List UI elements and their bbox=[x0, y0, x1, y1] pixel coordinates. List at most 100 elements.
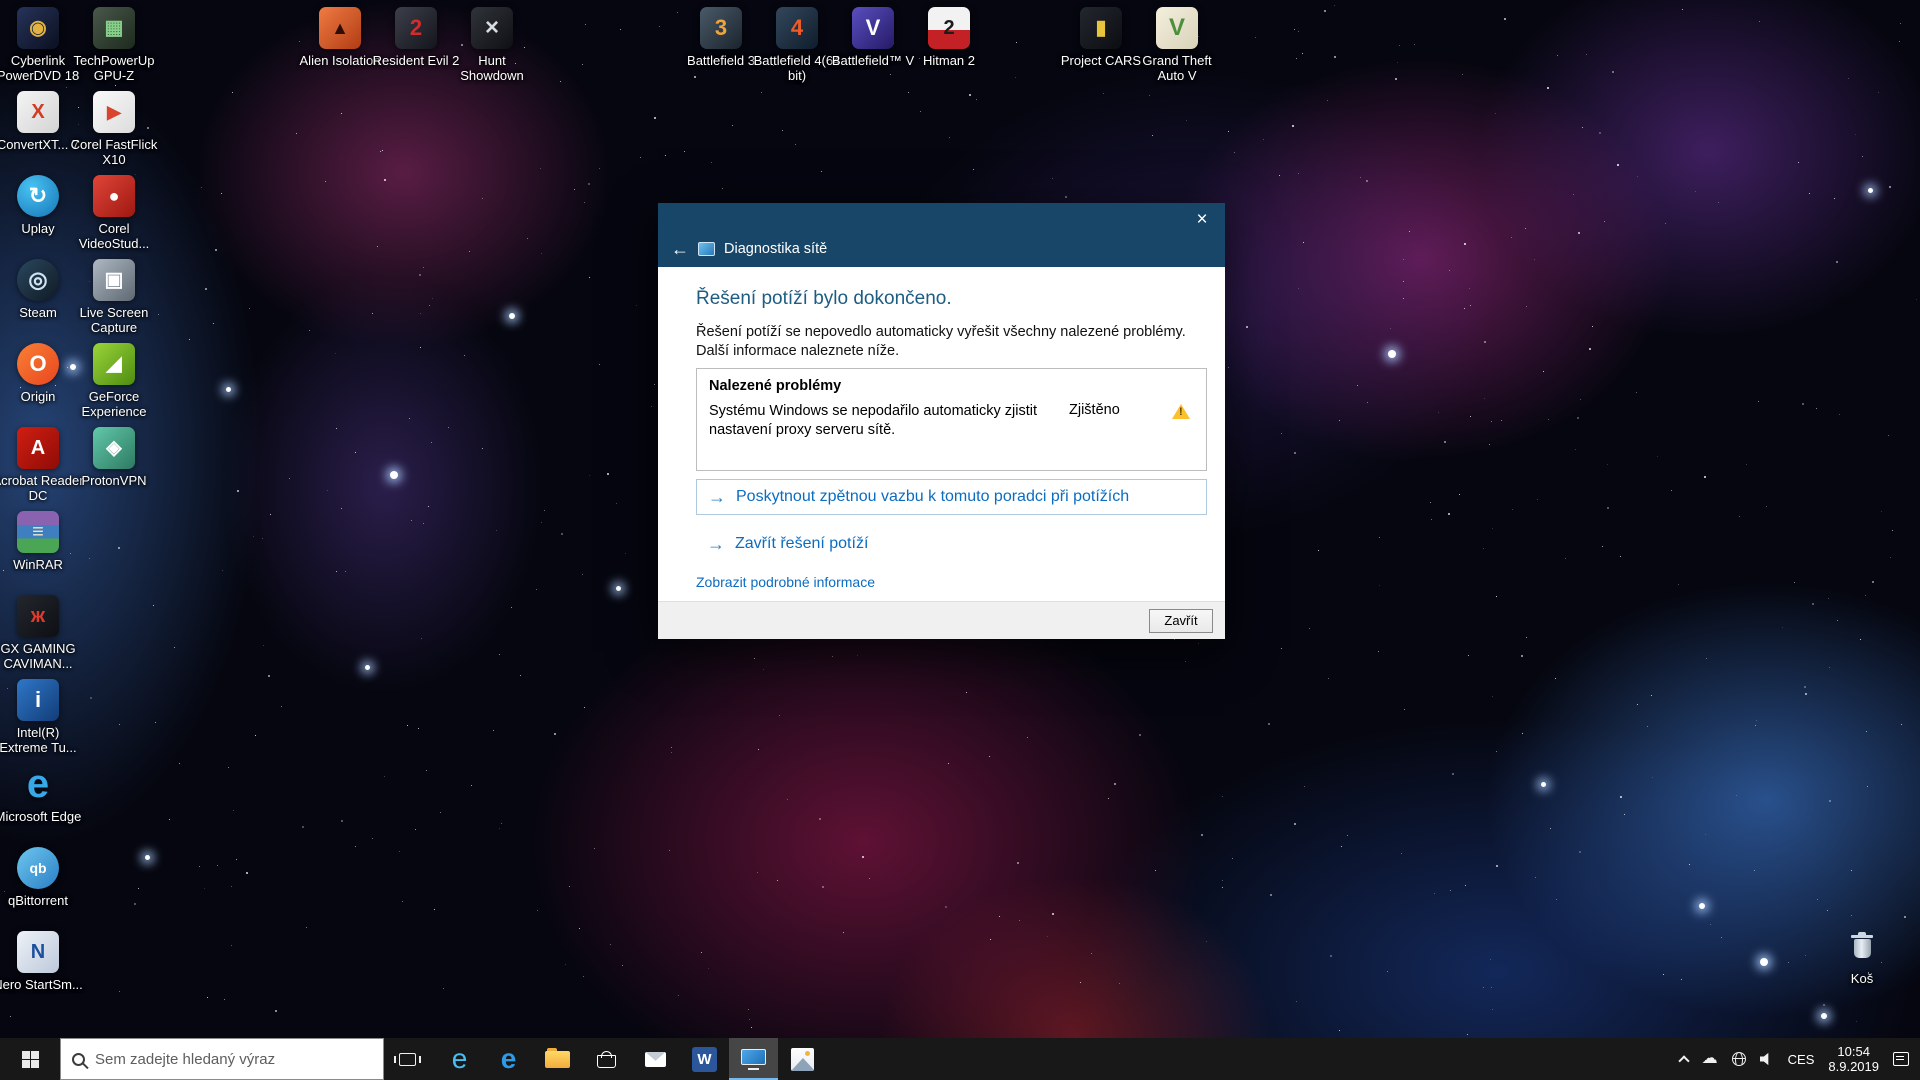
taskbar-app-internet-explorer[interactable]: e bbox=[435, 1038, 484, 1080]
bright-star bbox=[390, 471, 398, 479]
desktop-icon-label: WinRAR bbox=[0, 557, 84, 572]
taskbar-app-network-diagnostics[interactable] bbox=[729, 1038, 778, 1080]
desktop-icon-geforce-experience[interactable]: ◢ GeForce Experience bbox=[68, 343, 160, 419]
battlefield-4-64-bit-icon: 4 bbox=[776, 7, 818, 49]
volume-icon bbox=[1760, 1052, 1774, 1066]
language-indicator[interactable]: CES bbox=[1781, 1038, 1822, 1080]
feedback-link-box[interactable]: → Poskytnout zpětnou vazbu k tomuto pora… bbox=[696, 479, 1207, 515]
mail-icon bbox=[645, 1052, 666, 1067]
dialog-title-row: ← Diagnostika sítě bbox=[671, 240, 827, 258]
desktop-icon-label: Corel VideoStud... bbox=[68, 221, 160, 251]
ko-icon bbox=[1841, 925, 1883, 967]
battlefield-v-icon: V bbox=[852, 7, 894, 49]
desktop-icon-hunt-showdown[interactable]: ×Hunt Showdown bbox=[446, 7, 538, 83]
back-button[interactable]: ← bbox=[671, 240, 689, 258]
bright-star bbox=[1541, 782, 1546, 787]
desktop-icon-label: TechPowerUp GPU-Z bbox=[68, 53, 160, 83]
desktop-icon-microsoft-edge[interactable]: eMicrosoft Edge bbox=[0, 763, 84, 824]
live-screen-capture-icon: ▣ bbox=[93, 259, 135, 301]
tray-network-button[interactable] bbox=[1725, 1038, 1753, 1080]
start-button[interactable] bbox=[0, 1038, 60, 1080]
tray-onedrive-button[interactable]: ☁ bbox=[1695, 1038, 1725, 1080]
dialog-description: Řešení potíží se nepovedlo automaticky v… bbox=[696, 323, 1191, 361]
desktop-icon-corel-fastflick-x10[interactable]: ▶Corel FastFlick X10 bbox=[68, 91, 160, 167]
taskbar-app-microsoft-edge[interactable]: e bbox=[484, 1038, 533, 1080]
desktop-icon-techpowerup-gpu-z[interactable]: ▦TechPowerUp GPU-Z bbox=[68, 7, 160, 83]
desktop-icon-grand-theft-auto-v[interactable]: V Grand Theft Auto V bbox=[1131, 7, 1223, 83]
tray-volume-button[interactable] bbox=[1753, 1038, 1781, 1080]
problem-status: Zjištěno bbox=[1069, 402, 1120, 418]
hidden-icons-icon bbox=[1678, 1055, 1689, 1066]
close-troubleshooter-row[interactable]: → Zavřít řešení potíží bbox=[696, 535, 1207, 553]
desktop-icon-label: Nero StartSm... bbox=[0, 977, 84, 992]
file-explorer-icon bbox=[545, 1051, 570, 1068]
desktop-icon-protonvpn[interactable]: ◈ProtonVPN bbox=[68, 427, 160, 488]
desktop-icon-winrar[interactable]: ≡WinRAR bbox=[0, 511, 84, 572]
feedback-link[interactable]: Poskytnout zpětnou vazbu k tomuto poradc… bbox=[736, 488, 1129, 506]
desktop-icon-hitman-2[interactable]: 2Hitman 2 bbox=[903, 7, 995, 68]
desktop-icon-gx-gaming-caviman[interactable]: ж GX GAMING CAVIMAN... bbox=[0, 595, 84, 671]
bright-star bbox=[616, 586, 621, 591]
action-center-icon bbox=[1893, 1052, 1909, 1066]
hitman-2-icon: 2 bbox=[928, 7, 970, 49]
desktop-icon-label: qBittorrent bbox=[0, 893, 84, 908]
desktop-icon-intel-r-extreme-tu[interactable]: iIntel(R) Extreme Tu... bbox=[0, 679, 84, 755]
problems-found-box: Nalezené problémy Systému Windows se nep… bbox=[696, 368, 1207, 471]
close-icon[interactable]: × bbox=[1187, 207, 1217, 233]
tray-hidden-icons-button[interactable] bbox=[1673, 1038, 1695, 1080]
close-troubleshooter-link[interactable]: Zavřít řešení potíží bbox=[735, 535, 868, 553]
close-dialog-button[interactable]: Zavřít bbox=[1149, 609, 1213, 633]
grand-theft-auto-v-icon: V bbox=[1156, 7, 1198, 49]
desktop-icon-label: Hunt Showdown bbox=[446, 53, 538, 83]
acrobat-reader-dc-icon: A bbox=[17, 427, 59, 469]
internet-explorer-icon: e bbox=[452, 1045, 468, 1073]
bright-star bbox=[1868, 188, 1873, 193]
action-center-button[interactable] bbox=[1886, 1038, 1916, 1080]
desktop-icon-label: ProtonVPN bbox=[68, 473, 160, 488]
qbittorrent-icon: qb bbox=[17, 847, 59, 889]
search-icon bbox=[72, 1053, 85, 1066]
show-details-link[interactable]: Zobrazit podrobné informace bbox=[696, 574, 875, 590]
taskbar-app-microsoft-store[interactable] bbox=[582, 1038, 631, 1080]
tray-icons: ☁ bbox=[1673, 1038, 1781, 1080]
bright-star bbox=[145, 855, 150, 860]
desktop-icon-label: Koš bbox=[1816, 971, 1908, 986]
task-view-button[interactable] bbox=[384, 1038, 430, 1080]
taskbar-app-photos[interactable] bbox=[778, 1038, 827, 1080]
intel-r-extreme-tu-icon: i bbox=[17, 679, 59, 721]
alien-isolation-icon: ▲ bbox=[319, 7, 361, 49]
search-input[interactable] bbox=[95, 1051, 372, 1068]
convertxt-7-icon: X bbox=[17, 91, 59, 133]
starfield-bright bbox=[0, 0, 2, 2]
bright-star bbox=[365, 665, 370, 670]
dialog-body: Řešení potíží bylo dokončeno. Řešení pot… bbox=[658, 267, 1225, 592]
desktop-icon-label: GeForce Experience bbox=[68, 389, 160, 419]
microsoft-edge-icon: e bbox=[501, 1045, 517, 1073]
steam-icon: ◎ bbox=[17, 259, 59, 301]
desktop-icon-label: Corel FastFlick X10 bbox=[68, 137, 160, 167]
network-icon bbox=[1732, 1052, 1746, 1066]
recycle-bin[interactable]: Koš bbox=[1816, 925, 1908, 986]
desktop-icon-nero-startsm[interactable]: N Nero StartSm... bbox=[0, 931, 84, 992]
desktop-icon-live-screen-capture[interactable]: ▣Live Screen Capture bbox=[68, 259, 160, 335]
dialog-footer: Zavřít bbox=[658, 601, 1225, 639]
cyberlink-powerdvd-18-icon: ◉ bbox=[17, 7, 59, 49]
problem-row: Systému Windows se nepodařilo automatick… bbox=[697, 400, 1206, 440]
windows-logo-icon bbox=[22, 1051, 39, 1068]
taskbar-app-file-explorer[interactable] bbox=[533, 1038, 582, 1080]
uplay-icon: ↻ bbox=[17, 175, 59, 217]
desktop-icon-qbittorrent[interactable]: qb qBittorrent bbox=[0, 847, 84, 908]
nero-startsm-icon: N bbox=[17, 931, 59, 973]
taskbar-app-word[interactable]: W bbox=[680, 1038, 729, 1080]
project-cars-icon: ▮ bbox=[1080, 7, 1122, 49]
gx-gaming-caviman-icon: ж bbox=[17, 595, 59, 637]
desktop-icon-label: Grand Theft Auto V bbox=[1131, 53, 1223, 83]
warning-icon bbox=[1172, 402, 1190, 419]
geforce-experience-icon: ◢ bbox=[93, 343, 135, 385]
taskbar-search[interactable] bbox=[60, 1038, 384, 1080]
taskbar-app-mail[interactable] bbox=[631, 1038, 680, 1080]
desktop-icon-label: GX GAMING CAVIMAN... bbox=[0, 641, 84, 671]
clock[interactable]: 10:54 8.9.2019 bbox=[1821, 1038, 1886, 1080]
desktop-icon-corel-videostud[interactable]: ●Corel VideoStud... bbox=[68, 175, 160, 251]
dialog-titlebar: × ← Diagnostika sítě bbox=[658, 203, 1225, 267]
